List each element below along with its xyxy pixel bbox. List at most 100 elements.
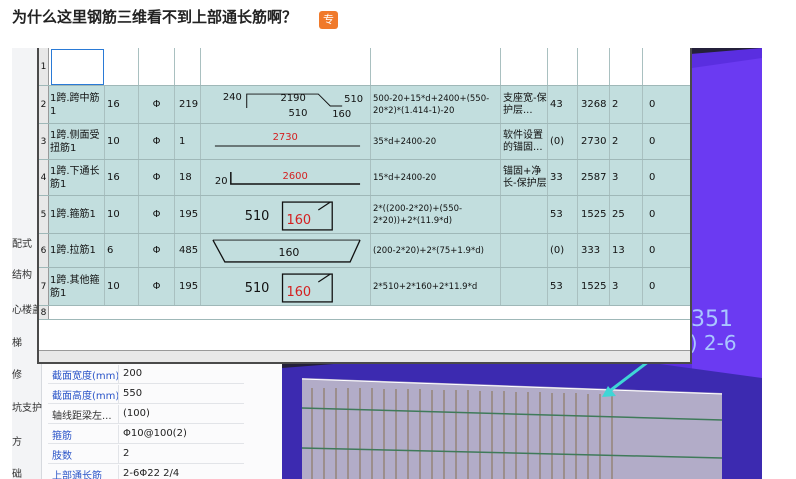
property-value[interactable]: 550 — [118, 385, 240, 403]
rebar-total[interactable]: 25 — [610, 196, 643, 233]
rebar-count[interactable]: 1525 — [578, 196, 610, 233]
left-nav-item[interactable]: 方 — [12, 433, 42, 448]
rebar-length[interactable]: 43 — [548, 86, 578, 123]
rebar-count[interactable]: 2730 — [578, 124, 610, 159]
rebar-count[interactable]: 2587 — [578, 160, 610, 195]
bent-bar-diagram: 240 2190 510 510 160 — [223, 92, 363, 120]
row-number: 3 — [39, 124, 49, 159]
left-nav-item[interactable]: 坑支护 — [12, 399, 42, 414]
rebar-grade[interactable]: Φ — [139, 86, 175, 123]
rebar-count[interactable]: 333 — [578, 234, 610, 267]
rebar-total[interactable]: 2 — [610, 124, 643, 159]
property-value[interactable]: 200 — [118, 365, 240, 383]
shape-code[interactable]: 195 — [175, 268, 201, 305]
shape-code[interactable]: 485 — [175, 234, 201, 267]
shape-code[interactable]: 1 — [175, 124, 201, 159]
shape-dim-mid: 2190 — [281, 93, 306, 104]
rebar-shape[interactable]: 20 2600 — [201, 160, 371, 195]
rebar-shape[interactable]: 2730 — [201, 124, 371, 159]
rebar-total[interactable]: 3 — [610, 160, 643, 195]
software-screenshot: 配式 结构 心楼盖 梯 修 坑支护 方 础 截面宽度(mm) 200 截面高度(… — [12, 48, 762, 479]
rebar-length[interactable]: 53 — [548, 196, 578, 233]
rebar-name[interactable]: 1跨.侧面受扭筋1 — [49, 124, 105, 159]
property-row[interactable]: 箍筋 Φ10@100(2) — [48, 425, 244, 444]
property-key: 肢数 — [52, 451, 72, 462]
rebar-diameter[interactable]: 16 — [105, 160, 139, 195]
property-value[interactable]: Φ10@100(2) — [118, 425, 240, 443]
rebar-grade[interactable]: Φ — [139, 124, 175, 159]
property-row[interactable]: 肢数 2 — [48, 445, 244, 464]
rebar-diameter[interactable]: 10 — [105, 124, 139, 159]
rebar-total[interactable]: 2 — [610, 86, 643, 123]
rebar-name[interactable]: 1跨.下通长筋1 — [49, 160, 105, 195]
table-row[interactable]: 8 — [39, 306, 690, 320]
table-row[interactable]: 5 1跨.箍筋1 10 Φ 195 510 160 2*((200-2*20)+… — [39, 196, 690, 234]
rebar-name[interactable]: 1跨.其他箍筋1 — [49, 268, 105, 305]
rebar-diameter[interactable]: 10 — [105, 196, 139, 233]
selected-cell[interactable] — [51, 49, 104, 85]
rebar-length[interactable]: 53 — [548, 268, 578, 305]
shape-code[interactable]: 18 — [175, 160, 201, 195]
rebar-shape[interactable]: 240 2190 510 510 160 — [201, 86, 371, 123]
property-row[interactable]: 轴线距梁左... (100) — [48, 405, 244, 424]
left-nav-item[interactable]: 础 — [12, 465, 42, 479]
rebar-weight[interactable]: 0 — [643, 234, 690, 267]
rebar-shape[interactable]: 510 160 — [201, 196, 371, 233]
table-row[interactable]: 3 1跨.侧面受扭筋1 10 Φ 1 2730 35*d+2400-20 软件设… — [39, 124, 690, 160]
rebar-name[interactable]: 1跨.箍筋1 — [49, 196, 105, 233]
table-row[interactable]: 1 — [39, 48, 690, 86]
shape-dim-mid: 2600 — [283, 170, 308, 181]
property-row[interactable]: 截面高度(mm) 550 — [48, 385, 244, 404]
question-title: 为什么这里钢筋三维看不到上部通长筋啊？ — [12, 8, 298, 26]
rebar-count[interactable]: 1525 — [578, 268, 610, 305]
rebar-count[interactable]: 3268 — [578, 86, 610, 123]
property-value[interactable]: 2 — [118, 445, 240, 463]
rebar-grade[interactable]: Φ — [139, 268, 175, 305]
rebar-shape[interactable]: 160 — [201, 234, 371, 267]
table-row[interactable]: 6 1跨.拉筋1 6 Φ 485 160 (200-2*20)+2*(75+1.… — [39, 234, 690, 268]
rebar-formula[interactable]: 15*d+2400-20 — [371, 160, 501, 195]
rebar-weight[interactable]: 0 — [643, 86, 690, 123]
rebar-name[interactable]: 1跨.跨中筋1 — [49, 86, 105, 123]
table-row[interactable]: 7 1跨.其他箍筋1 10 Φ 195 510 160 2*510+2*160+… — [39, 268, 690, 306]
shape-dim-bottom2: 160 — [332, 108, 351, 119]
rebar-grade[interactable]: Φ — [139, 160, 175, 195]
property-row[interactable]: 上部通长筋 2-6Φ22 2/4 — [48, 465, 244, 479]
rebar-diameter[interactable]: 6 — [105, 234, 139, 267]
rebar-length[interactable]: (0) — [548, 124, 578, 159]
rebar-note[interactable]: 软件设置的锚固... — [501, 124, 548, 159]
rebar-formula[interactable]: 2*510+2*160+2*11.9*d — [371, 268, 501, 305]
rebar-table-window: 1 2 1跨.跨中筋1 16 Φ 219 240 2190 510 510 16… — [37, 48, 692, 364]
rebar-diameter[interactable]: 10 — [105, 268, 139, 305]
rebar-length[interactable]: 33 — [548, 160, 578, 195]
rebar-formula[interactable]: 500-20+15*d+2400+(550-20*2)*(1.414-1)-20 — [371, 86, 501, 123]
table-row[interactable]: 2 1跨.跨中筋1 16 Φ 219 240 2190 510 510 160 … — [39, 86, 690, 124]
property-value[interactable]: (100) — [118, 405, 240, 423]
rebar-total[interactable]: 3 — [610, 268, 643, 305]
rebar-grade[interactable]: Φ — [139, 234, 175, 267]
rebar-note[interactable] — [501, 196, 548, 233]
property-value[interactable]: 2-6Φ22 2/4 — [118, 465, 240, 479]
rebar-name[interactable]: 1跨.拉筋1 — [49, 234, 105, 267]
shape-code[interactable]: 219 — [175, 86, 201, 123]
rebar-shape[interactable]: 510 160 — [201, 268, 371, 305]
rebar-note[interactable] — [501, 268, 548, 305]
rebar-total[interactable]: 13 — [610, 234, 643, 267]
shape-code[interactable]: 195 — [175, 196, 201, 233]
rebar-formula[interactable]: 35*d+2400-20 — [371, 124, 501, 159]
rebar-weight[interactable]: 0 — [643, 268, 690, 305]
rebar-formula[interactable]: 2*((200-2*20)+(550-2*20))+2*(11.9*d) — [371, 196, 501, 233]
rebar-length[interactable]: (0) — [548, 234, 578, 267]
rebar-weight[interactable]: 0 — [643, 160, 690, 195]
rebar-note[interactable]: 支座宽-保护层... — [501, 86, 548, 123]
rebar-weight[interactable]: 0 — [643, 196, 690, 233]
rebar-note[interactable]: 锚固+净长-保护层 — [501, 160, 548, 195]
rebar-note[interactable] — [501, 234, 548, 267]
table-row[interactable]: 4 1跨.下通长筋1 16 Φ 18 20 2600 15*d+2400-20 … — [39, 160, 690, 196]
rebar-diameter[interactable]: 16 — [105, 86, 139, 123]
rebar-grade[interactable]: Φ — [139, 196, 175, 233]
rebar-formula[interactable]: (200-2*20)+2*(75+1.9*d) — [371, 234, 501, 267]
left-nav-item[interactable]: 修 — [12, 366, 42, 381]
rebar-weight[interactable]: 0 — [643, 124, 690, 159]
property-row[interactable]: 截面宽度(mm) 200 — [48, 365, 244, 384]
